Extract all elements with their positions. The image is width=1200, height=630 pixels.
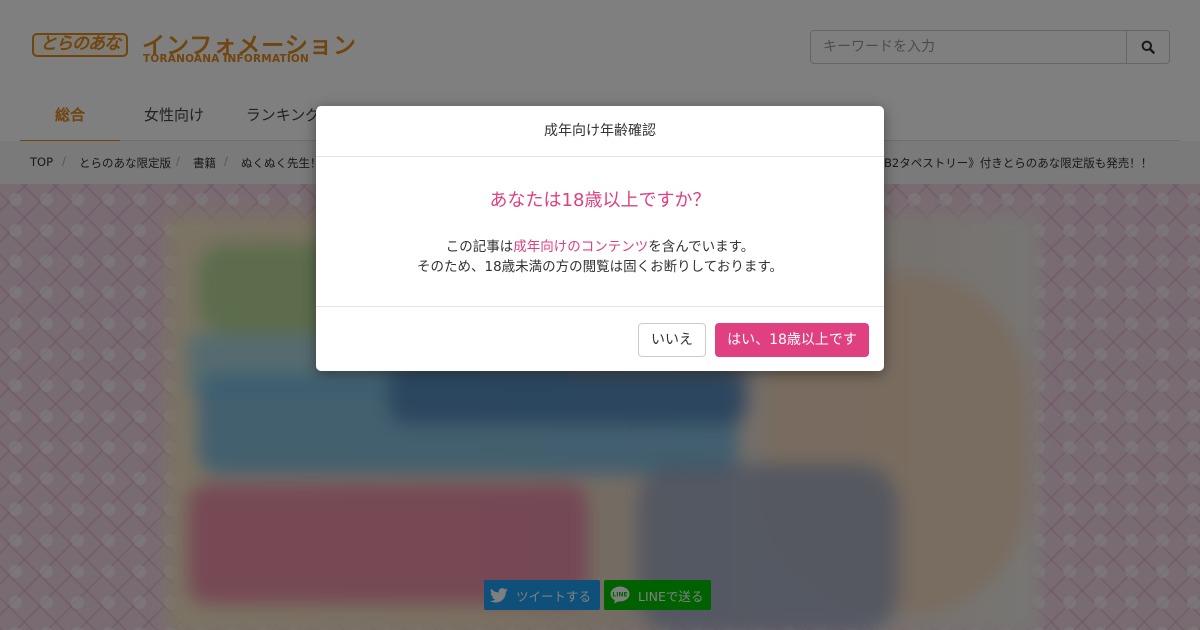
age-verification-modal: 成年向け年齢確認 あなたは18歳以上ですか？ この記事は成年向けのコンテンツを含… [316,106,884,371]
adult-content-highlight: 成年向けのコンテンツ [513,239,649,255]
page: とらのあな インフォメーション TORANOANA INFORMATION 総合… [0,0,1200,630]
yes-18-plus-button[interactable]: はい、18歳以上です [715,323,869,357]
modal-title: 成年向け年齢確認 [316,106,884,157]
modal-footer: いいえ はい、18歳以上です [316,306,884,372]
modal-body-line2: そのため、18歳未満の方の閲覧は固くお断りしております。 [416,259,784,275]
modal-body: この記事は成年向けのコンテンツを含んでいます。 そのため、18歳未満の方の閲覧は… [316,237,884,277]
no-button[interactable]: いいえ [638,323,706,357]
modal-body-line1: この記事は成年向けのコンテンツを含んでいます。 [445,239,755,255]
modal-question: あなたは18歳以上ですか？ [489,190,711,211]
